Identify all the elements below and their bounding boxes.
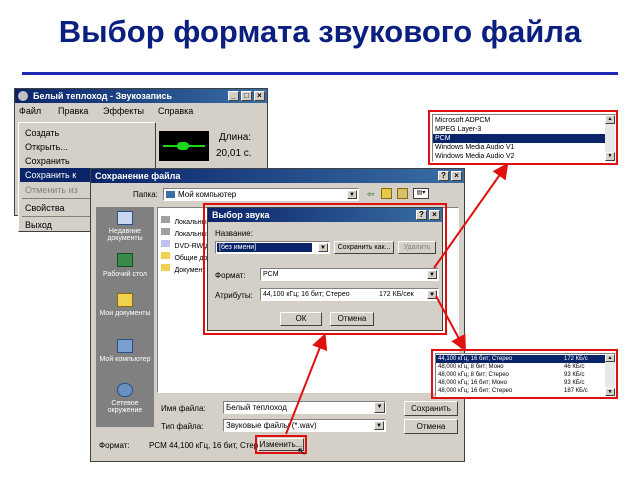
arrow-to-attributes-list: [435, 295, 466, 352]
callout-arrows: [285, 162, 509, 435]
arrow-to-sound-dialog: [285, 333, 328, 435]
arrow-to-format-list: [433, 162, 509, 269]
